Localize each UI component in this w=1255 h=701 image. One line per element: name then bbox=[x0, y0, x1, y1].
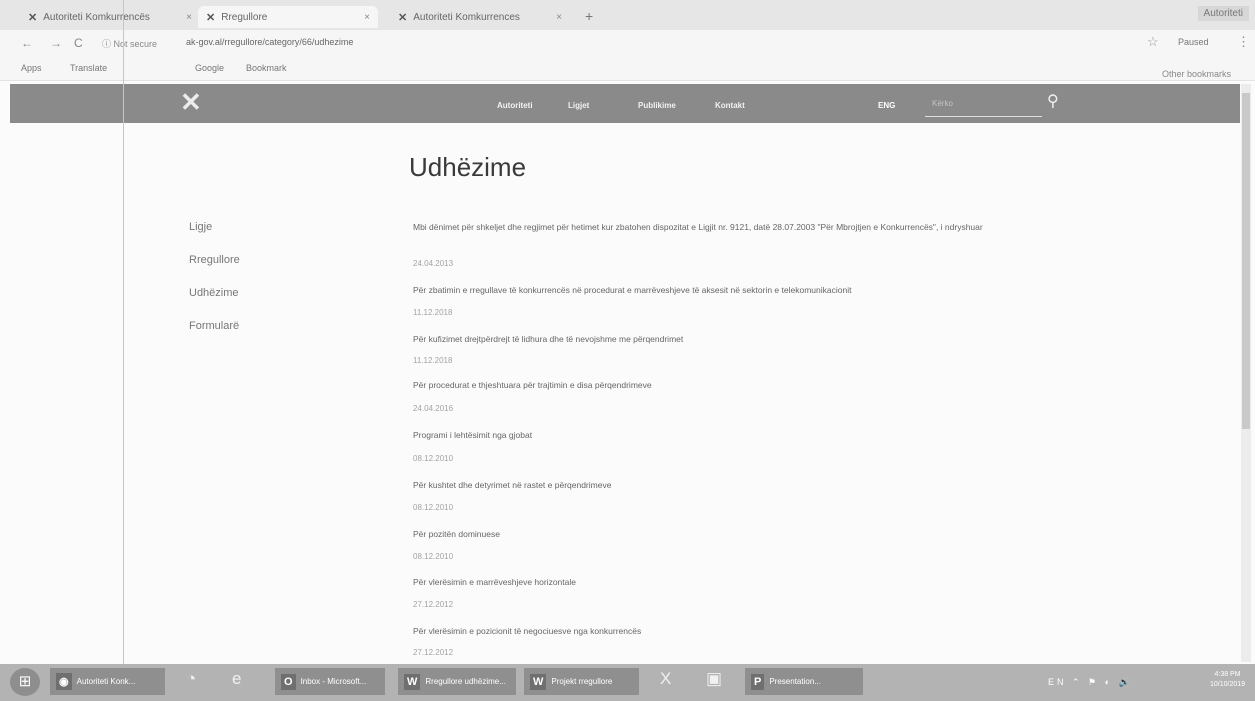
browser-menu-icon[interactable]: ⋮ bbox=[1237, 34, 1250, 50]
document-link[interactable]: Për vlerësimin e pozicionit të negociues… bbox=[413, 625, 1073, 638]
new-tab-button[interactable]: + bbox=[585, 8, 593, 24]
nav-item-kontakt[interactable]: Kontakt bbox=[715, 101, 745, 110]
document-date: 24.04.2013 bbox=[413, 259, 454, 268]
word-icon: W bbox=[530, 673, 547, 690]
document-link[interactable]: Për vlerësimin e marrëveshjeve horizonta… bbox=[413, 576, 1073, 589]
document-date: 08.12.2010 bbox=[413, 454, 454, 463]
bookmark-item[interactable]: Google bbox=[195, 63, 224, 73]
forward-button[interactable]: → bbox=[50, 36, 62, 50]
media-player-icon[interactable]: ◔ bbox=[186, 669, 196, 689]
taskbar-button[interactable]: O Inbox - Microsoft... bbox=[275, 668, 385, 695]
document-date: 08.12.2010 bbox=[413, 552, 454, 561]
taskbar-button[interactable]: W Rregullore udhëzime... bbox=[398, 668, 516, 695]
site-favicon-icon: ✕ bbox=[398, 11, 408, 24]
browser-tab-1[interactable]: ✕ Autoriteti Komkurrencës × bbox=[20, 6, 200, 28]
window-controls[interactable]: Autoriteti bbox=[1197, 6, 1249, 21]
profile-button[interactable]: Paused bbox=[1178, 37, 1209, 47]
document-link[interactable]: Për zbatimin e rregullave të konkurrencë… bbox=[413, 284, 1073, 297]
document-link[interactable]: Për pozitën dominuese bbox=[413, 528, 1073, 541]
browser-tab-title: Autoriteti Komkurrencës bbox=[43, 11, 150, 23]
document-link[interactable]: Për kushtet dhe detyrimet në rastet e pë… bbox=[413, 479, 1073, 492]
document-date: 11.12.2018 bbox=[413, 308, 453, 317]
taskbar-button[interactable]: P Presentation... bbox=[745, 668, 863, 695]
back-button[interactable]: ← bbox=[21, 36, 33, 50]
address-bar[interactable]: ak-gov.al/rregullore/category/66/udhezim… bbox=[186, 37, 353, 47]
browser-tab-2[interactable]: ✕ Rregullore × bbox=[198, 6, 378, 28]
excel-icon[interactable]: X bbox=[660, 669, 671, 689]
security-indicator[interactable]: ⓘ Not secure bbox=[102, 37, 157, 50]
nav-item-publikime[interactable]: Publikime bbox=[638, 101, 676, 110]
bookmarks-bar bbox=[0, 58, 1255, 81]
bookmark-item[interactable]: Translate bbox=[70, 63, 107, 73]
taskbar-button[interactable]: W Projekt rregullore bbox=[524, 668, 639, 695]
site-logo[interactable]: ✕ bbox=[180, 87, 202, 118]
close-tab-icon[interactable]: × bbox=[364, 12, 370, 23]
system-tray[interactable]: EN ⌃ ⚑ ◐ 🔊 bbox=[1048, 677, 1133, 688]
document-link[interactable]: Për procedurat e thjeshtuara për trajtim… bbox=[413, 379, 1073, 392]
language-switch[interactable]: ENG bbox=[878, 101, 895, 110]
document-date: 08.12.2010 bbox=[413, 503, 454, 512]
taskbar-button-label: Rregullore udhëzime... bbox=[425, 677, 506, 686]
taskbar-clock[interactable]: 4:38 PM 10/10/2019 bbox=[1210, 670, 1245, 690]
word-icon: W bbox=[404, 673, 421, 690]
scrollbar-thumb[interactable] bbox=[1242, 93, 1250, 429]
site-favicon-icon: ✕ bbox=[28, 11, 38, 24]
clock-time: 4:38 PM bbox=[1214, 671, 1241, 678]
sidebar-item-formulare[interactable]: Formularë bbox=[189, 320, 239, 332]
reload-button[interactable]: C bbox=[74, 36, 83, 50]
document-date: 11.12.2018 bbox=[413, 356, 453, 365]
bookmark-star-icon[interactable]: ☆ bbox=[1147, 34, 1159, 50]
sidebar-item-udhezime[interactable]: Udhëzime bbox=[189, 287, 239, 299]
document-link[interactable]: Për kufizimet drejtpërdrejt të lidhura d… bbox=[413, 333, 1073, 346]
close-tab-icon[interactable]: × bbox=[186, 12, 192, 23]
browser-tab-title: Rregullore bbox=[221, 11, 268, 23]
internet-explorer-icon[interactable]: e bbox=[232, 669, 241, 689]
page-title: Udhëzime bbox=[409, 152, 527, 182]
taskbar-button-label: Projekt rregullore bbox=[551, 677, 613, 686]
nav-item-ligjet[interactable]: Ligjet bbox=[568, 101, 589, 110]
start-button[interactable]: ⊞ bbox=[10, 668, 40, 696]
document-date: 27.12.2012 bbox=[413, 648, 454, 657]
nav-item-autoriteti[interactable]: Autoriteti bbox=[497, 101, 533, 110]
close-tab-icon[interactable]: × bbox=[556, 12, 562, 23]
bookmark-item[interactable]: Apps bbox=[21, 63, 42, 73]
taskbar-button-label: Autoriteti Konk... bbox=[76, 677, 136, 686]
other-bookmarks[interactable]: Other bookmarks bbox=[1162, 69, 1231, 79]
chrome-icon: ◉ bbox=[56, 673, 72, 690]
browser-tab-title: Autoriteti Komkurrences bbox=[413, 11, 520, 23]
sidebar-item-rregullore[interactable]: Rregullore bbox=[189, 254, 240, 266]
document-link[interactable]: Programi i lehtësimit nga gjobat bbox=[413, 429, 1073, 442]
document-date: 24.04.2016 bbox=[413, 404, 454, 413]
browser-tab-3[interactable]: ✕ Autoriteti Komkurrences × bbox=[390, 6, 570, 28]
taskbar-button[interactable]: ◉ Autoriteti Konk... bbox=[50, 668, 165, 695]
search-placeholder: Kërko bbox=[932, 99, 953, 108]
sidebar-item-ligje[interactable]: Ligje bbox=[189, 221, 212, 233]
document-date: 27.12.2012 bbox=[413, 600, 454, 609]
powerpoint-icon: P bbox=[751, 673, 765, 690]
bookmark-item[interactable]: Bookmark bbox=[246, 63, 287, 73]
outlook-icon: O bbox=[281, 673, 296, 690]
clock-date: 10/10/2019 bbox=[1210, 681, 1246, 688]
screen-divider-line bbox=[123, 0, 124, 701]
file-explorer-icon[interactable]: ▣ bbox=[706, 669, 722, 689]
document-link[interactable]: Mbi dënimet për shkeljet dhe regjimet pë… bbox=[413, 221, 1073, 234]
taskbar-button-label: Presentation... bbox=[769, 677, 821, 686]
site-favicon-icon: ✕ bbox=[206, 11, 216, 24]
taskbar-button-label: Inbox - Microsoft... bbox=[300, 677, 367, 686]
search-icon[interactable]: ⚲ bbox=[1047, 91, 1059, 111]
